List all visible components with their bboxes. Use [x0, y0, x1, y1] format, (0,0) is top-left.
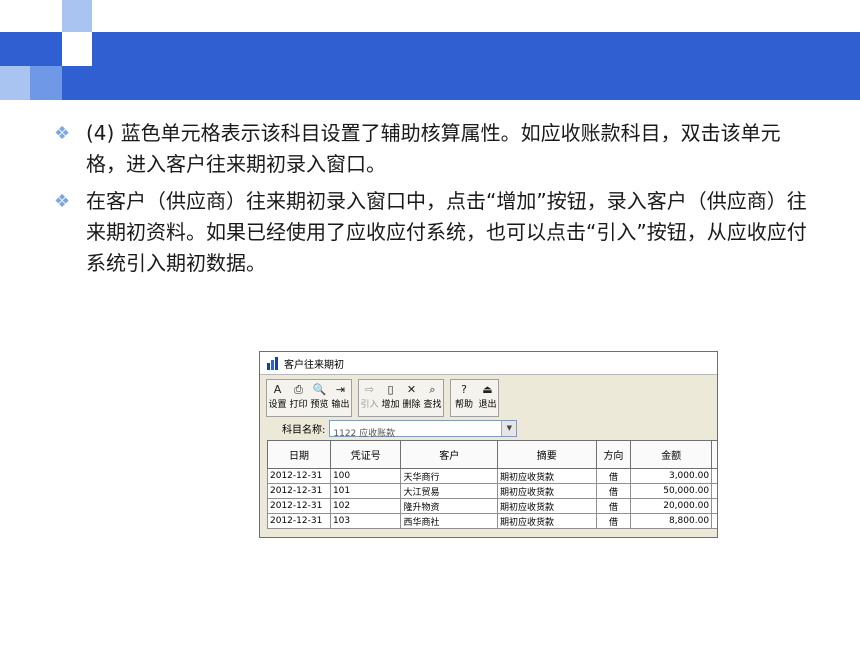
col-voucher[interactable]: 凭证号 — [329, 440, 402, 469]
cell-summary[interactable]: 期初应收货款 — [496, 483, 597, 499]
table-header-row: 日期 凭证号 客户 摘要 方向 金额 — [267, 440, 717, 469]
window-titlebar[interactable]: 客户往来期初 — [260, 352, 717, 375]
cell-customer[interactable]: 大江贸易 — [400, 483, 498, 499]
cell-voucher[interactable]: 101 — [329, 483, 402, 499]
delete-icon: ✕ — [406, 383, 417, 396]
toolbar-group-edit: ⇨ 引入 ▯ 增加 ✕ 删除 ⌕ 查找 — [358, 379, 444, 417]
export-button[interactable]: ⇥ 输出 — [330, 380, 351, 416]
add-button[interactable]: ▯ 增加 — [380, 380, 401, 416]
export-icon: ⇥ — [335, 383, 346, 396]
bullet-item: ❖ 在客户（供应商）往来期初录入窗口中，点击“增加”按钮，录入客户（供应商）往来… — [54, 186, 814, 279]
col-date[interactable]: 日期 — [267, 440, 331, 469]
bullet-item: ❖ (4) 蓝色单元格表示该科目设置了辅助核算属性。如应收账款科目，双击该单元格… — [54, 118, 814, 180]
cell-voucher[interactable]: 103 — [329, 513, 402, 529]
cell-date[interactable]: 2012-12-31 — [267, 513, 331, 529]
col-direction[interactable]: 方向 — [595, 440, 632, 469]
table-row[interactable]: 2012-12-31 103 西华商社 期初应收货款 借 8,800.00 — [267, 513, 717, 529]
diamond-bullet-icon: ❖ — [54, 123, 71, 144]
setup-button[interactable]: A 设置 — [267, 380, 288, 416]
bullet-text: 在客户（供应商）往来期初录入窗口中，点击“增加”按钮，录入客户（供应商）往来期初… — [86, 189, 807, 275]
toolbar-group-output: A 设置 ⎙ 打印 🔍 预览 ⇥ 输出 — [266, 379, 352, 417]
find-icon: ⌕ — [429, 383, 436, 396]
cell-voucher[interactable]: 100 — [329, 468, 402, 484]
deco-square-low — [0, 66, 30, 100]
help-icon: ? — [461, 383, 467, 396]
exit-button[interactable]: ⏏ 退出 — [477, 380, 498, 416]
cell-amount[interactable]: 3,000.00 — [630, 468, 713, 484]
cell-amount[interactable]: 50,000.00 — [630, 483, 713, 499]
cell-extra — [711, 483, 717, 499]
cell-customer[interactable]: 隆升物资 — [400, 498, 498, 514]
cell-customer[interactable]: 天华商行 — [400, 468, 498, 484]
opening-balance-table: 日期 凭证号 客户 摘要 方向 金额 2012-12-31 100 天华商行 期… — [267, 440, 717, 529]
bullet-text: (4) 蓝色单元格表示该科目设置了辅助核算属性。如应收账款科目，双击该单元格，进… — [86, 121, 781, 176]
table-row[interactable]: 2012-12-31 102 隆升物资 期初应收货款 借 20,000.00 — [267, 498, 717, 514]
preview-icon: 🔍 — [312, 383, 327, 396]
subject-value: 1122 应收账款 — [333, 429, 396, 439]
cell-extra — [711, 468, 717, 484]
cell-amount[interactable]: 8,800.00 — [630, 513, 713, 529]
cell-voucher[interactable]: 102 — [329, 498, 402, 514]
delete-button[interactable]: ✕ 删除 — [401, 380, 422, 416]
subject-row: 科目名称: 1122 应收账款 ▼ — [282, 420, 518, 439]
chevron-down-icon[interactable]: ▼ — [501, 421, 517, 436]
app-icon — [267, 356, 278, 370]
cell-direction[interactable]: 借 — [595, 468, 632, 484]
cell-amount[interactable]: 20,000.00 — [630, 498, 713, 514]
cell-customer[interactable]: 西华商社 — [400, 513, 498, 529]
customer-opening-window: 客户往来期初 A 设置 ⎙ 打印 🔍 预览 ⇥ 输出 ⇨ 引入 ▯ 增加 ✕ 删… — [259, 351, 718, 538]
cell-extra — [711, 498, 717, 514]
cell-direction[interactable]: 借 — [595, 498, 632, 514]
col-summary[interactable]: 摘要 — [496, 440, 597, 469]
header-band — [0, 32, 860, 100]
cell-summary[interactable]: 期初应收货款 — [496, 498, 597, 514]
diamond-bullet-icon: ❖ — [54, 191, 71, 212]
col-amount[interactable]: 金额 — [630, 440, 713, 469]
cell-date[interactable]: 2012-12-31 — [267, 483, 331, 499]
print-icon: ⎙ — [294, 383, 303, 396]
preview-button[interactable]: 🔍 预览 — [309, 380, 330, 416]
help-button[interactable]: ? 帮助 — [451, 380, 477, 416]
subject-label: 科目名称: — [282, 425, 326, 436]
cell-date[interactable]: 2012-12-31 — [267, 498, 331, 514]
deco-square-top — [62, 0, 92, 32]
cell-date[interactable]: 2012-12-31 — [267, 468, 331, 484]
cell-direction[interactable]: 借 — [595, 483, 632, 499]
deco-square-low2 — [30, 66, 62, 100]
col-extra — [711, 440, 717, 469]
bullet-list: ❖ (4) 蓝色单元格表示该科目设置了辅助核算属性。如应收账款科目，双击该单元格… — [54, 118, 814, 285]
cell-extra — [711, 513, 717, 529]
print-button[interactable]: ⎙ 打印 — [288, 380, 309, 416]
cell-summary[interactable]: 期初应收货款 — [496, 468, 597, 484]
import-button[interactable]: ⇨ 引入 — [359, 380, 380, 416]
deco-square-mid — [62, 32, 92, 66]
setup-icon: A — [273, 383, 282, 396]
table-row[interactable]: 2012-12-31 100 天华商行 期初应收货款 借 3,000.00 — [267, 468, 717, 484]
cell-direction[interactable]: 借 — [595, 513, 632, 529]
table-row[interactable]: 2012-12-31 101 大江贸易 期初应收货款 借 50,000.00 — [267, 483, 717, 499]
import-icon: ⇨ — [364, 383, 375, 396]
find-button[interactable]: ⌕ 查找 — [422, 380, 443, 416]
col-customer[interactable]: 客户 — [400, 440, 498, 469]
cell-summary[interactable]: 期初应收货款 — [496, 513, 597, 529]
window-title: 客户往来期初 — [284, 359, 344, 371]
subject-select[interactable]: 1122 应收账款 ▼ — [329, 420, 518, 439]
toolbar: A 设置 ⎙ 打印 🔍 预览 ⇥ 输出 ⇨ 引入 ▯ 增加 ✕ 删除 ⌕ 查找 … — [266, 379, 505, 417]
toolbar-group-help: ? 帮助 ⏏ 退出 — [450, 379, 499, 417]
add-icon: ▯ — [387, 383, 394, 396]
exit-icon: ⏏ — [482, 383, 493, 396]
